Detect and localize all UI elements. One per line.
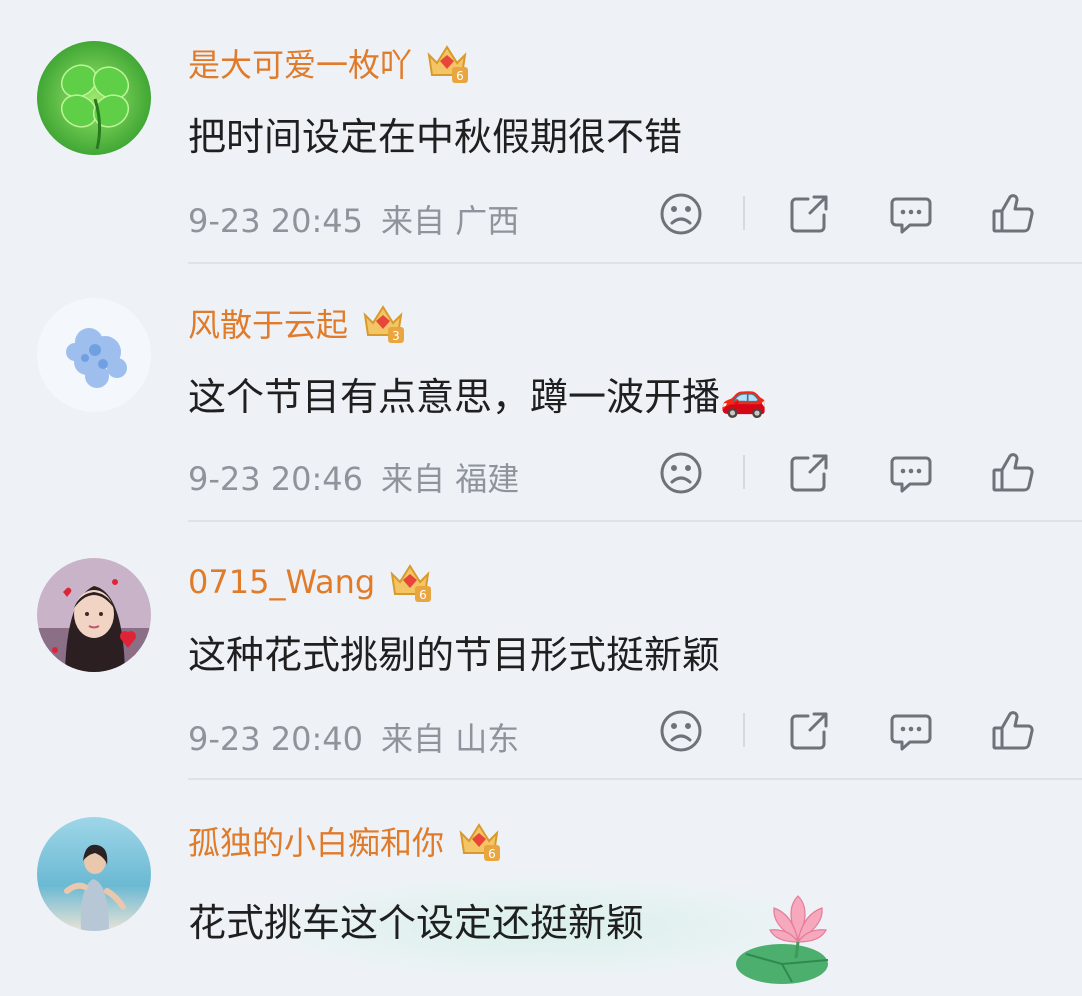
separator bbox=[743, 713, 745, 747]
comment-meta: 9-23 20:45 来自 广西 bbox=[188, 196, 519, 242]
username-text[interactable]: 0715_Wang bbox=[188, 563, 375, 601]
like-thumb-icon[interactable] bbox=[990, 191, 1036, 237]
svg-text:6: 6 bbox=[419, 588, 427, 602]
comment-icon[interactable] bbox=[888, 450, 934, 496]
username[interactable]: 是大可爱一枚吖 6 bbox=[188, 40, 470, 86]
comment-text: 这种花式挑剔的节目形式挺新颖 bbox=[188, 633, 721, 677]
like-thumb-icon[interactable] bbox=[990, 708, 1036, 754]
separator bbox=[743, 196, 745, 230]
separator bbox=[743, 455, 745, 489]
timestamp: 9-23 20:46 bbox=[188, 460, 364, 498]
avatar[interactable] bbox=[37, 817, 151, 931]
avatar[interactable] bbox=[37, 558, 151, 672]
svg-text:3: 3 bbox=[392, 329, 400, 343]
location: 来自 山东 bbox=[381, 720, 520, 758]
lotus-sticker-icon bbox=[732, 890, 842, 990]
crown-badge-icon: 6 bbox=[387, 560, 433, 604]
avatar[interactable] bbox=[37, 298, 151, 412]
crown-badge-icon: 6 bbox=[456, 819, 502, 863]
comment-text: 这个节目有点意思，蹲一波开播🚗 bbox=[188, 366, 767, 421]
share-icon[interactable] bbox=[786, 450, 832, 496]
car-emoji: 🚗 bbox=[720, 375, 768, 419]
comment-item: 风散于云起 3 这个节目有点意思，蹲一波开播🚗 9-23 20:46 来自 福建 bbox=[0, 264, 1082, 522]
comment-text: 花式挑车这个设定还挺新颖 bbox=[188, 901, 645, 945]
dislike-face-icon[interactable] bbox=[658, 708, 704, 754]
username[interactable]: 孤独的小白痴和你 6 bbox=[188, 818, 502, 864]
location: 来自 广西 bbox=[381, 202, 520, 240]
comment-item: 是大可爱一枚吖 6 把时间设定在中秋假期很不错 9-23 20:45 来自 广西 bbox=[0, 0, 1082, 264]
svg-text:6: 6 bbox=[488, 847, 496, 861]
comment-icon[interactable] bbox=[888, 708, 934, 754]
share-icon[interactable] bbox=[786, 191, 832, 237]
comment-item: 0715_Wang 6 这种花式挑剔的节目形式挺新颖 9-23 20:40 来自 … bbox=[0, 522, 1082, 780]
crown-badge-icon: 3 bbox=[360, 301, 406, 345]
timestamp: 9-23 20:40 bbox=[188, 720, 364, 758]
crown-badge-icon: 6 bbox=[424, 41, 470, 85]
share-icon[interactable] bbox=[786, 708, 832, 754]
username-text[interactable]: 是大可爱一枚吖 bbox=[188, 40, 412, 86]
username[interactable]: 0715_Wang 6 bbox=[188, 560, 433, 604]
dislike-face-icon[interactable] bbox=[658, 450, 704, 496]
avatar[interactable] bbox=[37, 41, 151, 155]
dislike-face-icon[interactable] bbox=[658, 191, 704, 237]
comment-text-body: 这个节目有点意思，蹲一波开播 bbox=[188, 375, 721, 419]
comment-icon[interactable] bbox=[888, 191, 934, 237]
comment-text: 把时间设定在中秋假期很不错 bbox=[188, 115, 683, 159]
comment-meta: 9-23 20:46 来自 福建 bbox=[188, 454, 519, 500]
comment-meta: 9-23 20:40 来自 山东 bbox=[188, 714, 519, 760]
username-text[interactable]: 风散于云起 bbox=[188, 300, 348, 346]
username[interactable]: 风散于云起 3 bbox=[188, 300, 406, 346]
comment-list-screen: { "comments": [ { "username": "是大可爱一枚吖",… bbox=[0, 0, 1082, 996]
username-text[interactable]: 孤独的小白痴和你 bbox=[188, 818, 444, 864]
svg-text:6: 6 bbox=[456, 69, 464, 83]
like-thumb-icon[interactable] bbox=[990, 450, 1036, 496]
location: 来自 福建 bbox=[381, 460, 520, 498]
timestamp: 9-23 20:45 bbox=[188, 202, 364, 240]
comment-item: 孤独的小白痴和你 6 花式挑车这个设定还挺新颖 bbox=[0, 780, 1082, 996]
